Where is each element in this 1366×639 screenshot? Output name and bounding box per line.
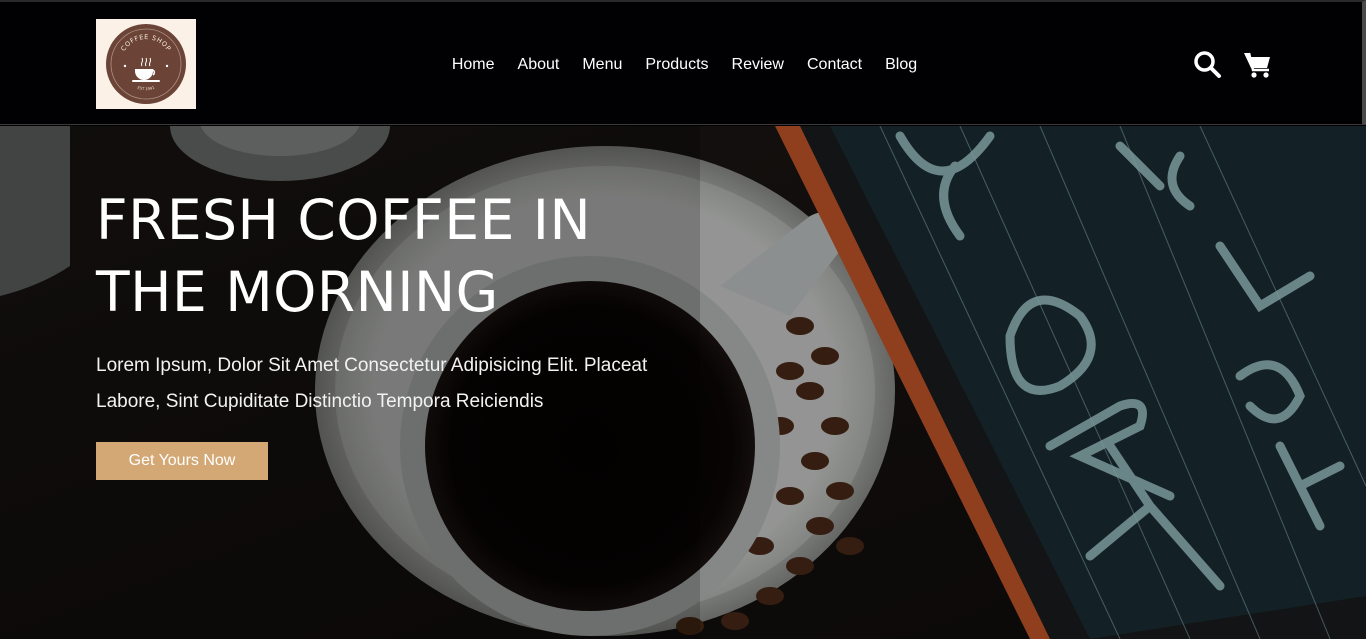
hero-content: FRESH COFFEE IN THE MORNING Lorem Ipsum,… [96,184,736,480]
cart-icon[interactable] [1243,49,1273,79]
hero-description: Lorem Ipsum, Dolor Sit Amet Consectetur … [96,355,648,412]
nav-menu[interactable]: Menu [571,56,634,74]
header-icons [1192,49,1273,79]
nav-blog[interactable]: Blog [874,56,929,74]
hero-title: FRESH COFFEE IN THE MORNING [96,188,592,324]
nav-home[interactable]: Home [440,56,506,74]
main-nav: Home About Menu Products Review Contact … [0,2,1366,127]
get-yours-now-button[interactable]: Get Yours Now [96,442,268,480]
hero-section: FRESH COFFEE IN THE MORNING Lorem Ipsum,… [0,126,1366,639]
logo[interactable]: COFFEE SHOP EST 1991 [96,19,196,109]
search-icon[interactable] [1192,49,1222,79]
nav-contact[interactable]: Contact [795,56,873,74]
coffee-shop-logo-icon: COFFEE SHOP EST 1991 [106,24,186,104]
nav-products[interactable]: Products [634,56,720,74]
nav-about[interactable]: About [506,56,571,74]
nav-review[interactable]: Review [720,56,795,74]
site-header: COFFEE SHOP EST 1991 Home About Menu Pro… [0,0,1366,125]
